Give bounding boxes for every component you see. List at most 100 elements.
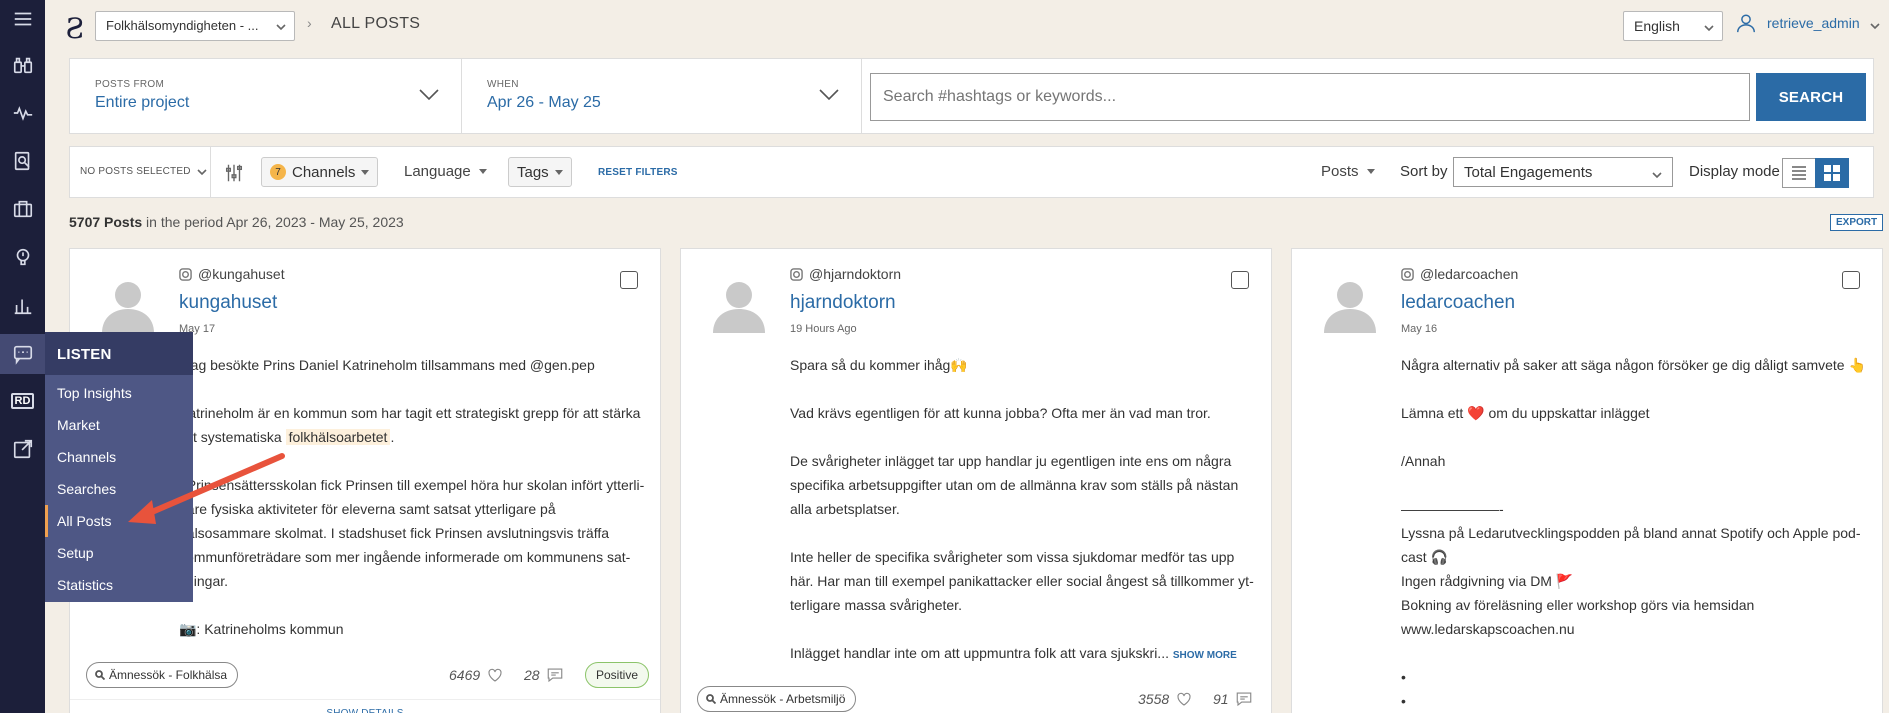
instagram-icon [179, 267, 192, 281]
when-value: Apr 26 - May 25 [487, 94, 601, 111]
post-card[interactable]: @ledarcoachen ledarcoachen May 16 Några … [1291, 248, 1883, 713]
grid-view-button[interactable] [1815, 158, 1849, 188]
bar-chart-icon[interactable] [0, 286, 45, 324]
external-link-icon[interactable] [0, 430, 45, 468]
chevron-down-icon [819, 87, 839, 101]
tags-filter-label: Tags [517, 163, 549, 181]
channels-filter[interactable]: 7 Channels [261, 157, 379, 187]
posts-type-dropdown[interactable]: Posts [1321, 163, 1375, 180]
user-menu[interactable]: retrieve_admin [1735, 12, 1880, 34]
activity-icon[interactable] [0, 94, 45, 132]
menu-item-channels[interactable]: Channels [45, 441, 193, 473]
post-line: hälsosammare skolmat. I stadshuset fick … [179, 525, 610, 541]
posts-count: 5707 Posts [69, 214, 143, 230]
post-line: www.ledarskapscoachen.nu [1401, 621, 1575, 637]
search-icon [706, 694, 716, 704]
comments-value: 91 [1213, 691, 1229, 707]
menu-item-searches[interactable]: Searches [45, 473, 193, 505]
when-select[interactable]: WHEN Apr 26 - May 25 [462, 59, 862, 133]
retrieve-logo[interactable]: Ƨ [65, 12, 84, 45]
post-selection-dropdown[interactable]: NO POSTS SELECTED [80, 166, 207, 177]
post-line: Lämna ett ❤️ om du uppskattar inlägget [1401, 405, 1650, 421]
listen-menu-header: LISTEN [45, 332, 193, 375]
post-line: De svårigheter inlägget tar upp handlar … [790, 453, 1232, 469]
topic-tag[interactable]: Ämnessök - Folkhälsa [86, 662, 239, 688]
show-details-link[interactable]: SHOW DETAILS [70, 699, 660, 713]
post-line: kommunföreträdare som mer ingående infor… [179, 549, 631, 565]
topic-tag[interactable]: Ämnessök - Arbetsmiljö [697, 686, 857, 712]
project-select-value: Folkhälsomyndigheten - ... [106, 18, 259, 33]
select-post-checkbox[interactable] [1231, 271, 1249, 289]
filter-toolbar: NO POSTS SELECTED 7 Channels Language Ta… [69, 146, 1874, 198]
menu-item-top-insights[interactable]: Top Insights [45, 377, 193, 409]
menu-item-market[interactable]: Market [45, 409, 193, 441]
menu-item-all-posts[interactable]: All Posts [45, 505, 193, 537]
briefcase-icon[interactable] [0, 190, 45, 228]
post-line: Ingen rådgivning via DM 🚩 [1401, 573, 1574, 589]
language-filter-label: Language [404, 163, 471, 180]
post-line: Inlägget handlar inte om att uppmuntra f… [790, 645, 1169, 661]
rd-icon[interactable]: RD [0, 382, 45, 420]
post-line: Katrineholm är en kommun som har tagit e… [179, 405, 641, 421]
post-line: Spara så du kommer ihåg🙌 [790, 357, 968, 373]
handle-text: @hjarndoktorn [809, 266, 902, 282]
menu-item-statistics[interactable]: Statistics [45, 569, 193, 601]
instagram-icon [1401, 267, 1414, 281]
sliders-icon[interactable] [223, 162, 245, 184]
language-select[interactable]: English [1623, 11, 1723, 41]
sort-by-select[interactable]: Total Engagements [1453, 157, 1673, 187]
sentiment-badge: Positive [585, 662, 650, 688]
breadcrumb-separator-icon: › [307, 15, 312, 31]
post-line: • [1401, 693, 1406, 709]
post-line: I Prinsensättersskolan fick Prinsen till… [179, 477, 645, 493]
show-more-link[interactable]: SHOW MORE [1173, 650, 1237, 661]
post-handle[interactable]: @ledarcoachen [1401, 266, 1518, 282]
author-name[interactable]: ledarcoachen [1401, 292, 1515, 314]
posts-from-label: POSTS FROM [95, 79, 165, 90]
post-line: här. Har man till exempel panikattacker … [790, 573, 1254, 589]
comment-icon [547, 668, 562, 683]
avatar [100, 277, 156, 333]
lightbulb-icon[interactable] [0, 238, 45, 276]
keyword-highlight: folkhälsoarbetet [285, 429, 391, 445]
menu-icon[interactable] [0, 0, 45, 38]
comments-count: 28 [524, 666, 564, 684]
chevron-down-icon [276, 20, 286, 31]
post-line: sitt systematiska [179, 429, 282, 445]
tags-filter[interactable]: Tags [508, 157, 572, 187]
post-card[interactable]: @hjarndoktorn hjarndoktorn 19 Hours Ago … [680, 248, 1272, 713]
select-post-checkbox[interactable] [620, 271, 638, 289]
binoculars-icon[interactable] [0, 46, 45, 84]
post-text: Idag besökte Prins Daniel Katrineholm ti… [179, 353, 645, 641]
list-view-button[interactable] [1782, 158, 1816, 188]
post-line: /Annah [1401, 453, 1446, 469]
post-line: Några alternativ på saker att säga någon… [1401, 357, 1866, 373]
search-button[interactable]: SEARCH [1756, 73, 1866, 121]
reset-filters-link[interactable]: RESET FILTERS [598, 167, 678, 178]
channels-filter-label: Channels [292, 163, 356, 181]
language-filter[interactable]: Language [404, 163, 487, 180]
author-name[interactable]: hjarndoktorn [790, 292, 896, 314]
author-name[interactable]: kungahuset [179, 292, 277, 314]
page-title: ALL POSTS [331, 15, 421, 32]
instagram-icon [790, 267, 803, 281]
search-input[interactable] [870, 73, 1750, 121]
posts-from-value: Entire project [95, 94, 190, 111]
select-post-checkbox[interactable] [1842, 271, 1860, 289]
menu-item-setup[interactable]: Setup [45, 537, 193, 569]
post-line: ———————- [1401, 501, 1504, 517]
post-line: terligare massa svårigheter. [790, 597, 962, 613]
listen-chat-icon[interactable] [0, 334, 45, 374]
post-line: 📷: Katrineholms kommun [179, 621, 344, 637]
post-handle[interactable]: @kungahuset [179, 266, 285, 282]
topic-tag-label: Ämnessök - Folkhälsa [109, 668, 228, 682]
likes-count: 6469 [449, 666, 504, 684]
project-select[interactable]: Folkhälsomyndigheten - ... [95, 11, 295, 41]
search-report-icon[interactable] [0, 142, 45, 180]
posts-from-select[interactable]: POSTS FROM Entire project [70, 59, 462, 133]
export-button[interactable]: EXPORT [1830, 214, 1884, 231]
comment-icon [1236, 692, 1251, 707]
sort-by-value: Total Engagements [1464, 164, 1593, 181]
post-line: Lyssna på Ledarutvecklingspodden på blan… [1401, 525, 1861, 541]
post-handle[interactable]: @hjarndoktorn [790, 266, 901, 282]
